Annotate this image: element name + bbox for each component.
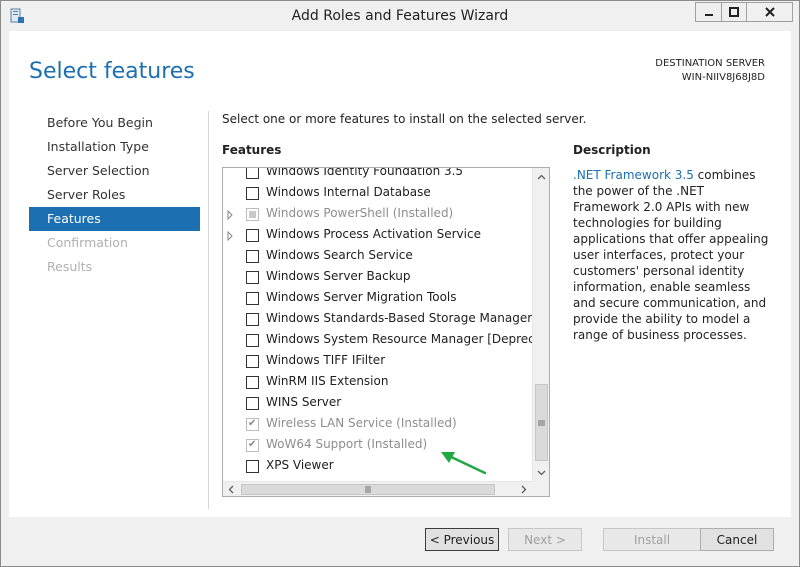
wizard-nav: Before You Begin Installation Type Serve… (29, 111, 200, 279)
feature-checkbox[interactable] (246, 460, 259, 473)
feature-label: Windows System Resource Manager [Depreca… (266, 332, 532, 346)
grip-icon (538, 420, 545, 425)
feature-row[interactable]: Windows Process Activation Service (223, 225, 532, 246)
horizontal-scroll-thumb[interactable] (241, 484, 495, 495)
feature-label: Windows Server Migration Tools (266, 290, 457, 304)
scroll-right-button[interactable] (516, 482, 532, 496)
maximize-icon (729, 7, 739, 17)
nav-divider (208, 111, 209, 509)
horizontal-scrollbar[interactable] (223, 481, 532, 496)
feature-checkbox[interactable] (246, 397, 259, 410)
feature-row[interactable]: Windows Standards-Based Storage Manageme… (223, 309, 532, 330)
feature-label: Windows Server Backup (266, 269, 411, 283)
description-link[interactable]: .NET Framework 3.5 (573, 168, 694, 182)
destination-server: DESTINATION SERVER WIN-NIIV8J68J8D (655, 57, 765, 85)
feature-checkbox[interactable] (246, 229, 259, 242)
feature-label: Windows Internal Database (266, 185, 431, 199)
expand-arrow-icon[interactable] (226, 209, 234, 221)
minimize-button[interactable] (695, 2, 721, 22)
annotation-arrow-icon (441, 452, 487, 475)
wizard-content: Select features DESTINATION SERVER WIN-N… (9, 31, 791, 517)
feature-label: Windows Process Activation Service (266, 227, 481, 241)
feature-checkbox[interactable] (246, 355, 259, 368)
feature-checkbox[interactable] (246, 187, 259, 200)
previous-button[interactable]: < Previous (425, 528, 499, 551)
checkmark-icon: ✔ (248, 418, 257, 429)
feature-label: Windows Standards-Based Storage Manageme… (266, 311, 532, 325)
feature-label: Wireless LAN Service (Installed) (266, 416, 457, 430)
feature-checkbox[interactable] (246, 208, 259, 221)
feature-row[interactable]: Windows Server Migration Tools (223, 288, 532, 309)
nav-item-server-selection[interactable]: Server Selection (29, 159, 200, 183)
feature-checkbox[interactable] (246, 250, 259, 263)
chevron-down-icon (537, 470, 546, 475)
title-bar: Add Roles and Features Wizard (1, 1, 799, 31)
description-heading: Description (573, 143, 651, 157)
checkmark-icon: ✔ (248, 439, 257, 450)
feature-checkbox[interactable] (246, 376, 259, 389)
feature-row[interactable]: Windows PowerShell (Installed) (223, 204, 532, 225)
feature-checkbox[interactable] (246, 292, 259, 305)
install-button[interactable]: Install (603, 528, 701, 551)
feature-checkbox[interactable] (246, 168, 259, 179)
feature-row[interactable]: Windows TIFF IFilter (223, 351, 532, 372)
feature-row[interactable]: Windows Identity Foundation 3.5 (223, 168, 532, 183)
page-title: Select features (29, 59, 195, 84)
feature-checkbox[interactable]: ✔ (246, 439, 259, 452)
description-text: .NET Framework 3.5 combines the power of… (573, 167, 773, 343)
close-button[interactable] (747, 2, 793, 22)
nav-item-server-roles[interactable]: Server Roles (29, 183, 200, 207)
grip-icon (365, 486, 371, 493)
feature-row[interactable]: Windows System Resource Manager [Depreca… (223, 330, 532, 351)
window-title: Add Roles and Features Wizard (291, 8, 509, 24)
scrollbar-corner (532, 481, 549, 496)
destination-server-name: WIN-NIIV8J68J8D (681, 72, 765, 83)
nav-item-installation-type[interactable]: Installation Type (29, 135, 200, 159)
vertical-scrollbar[interactable] (532, 168, 549, 481)
features-heading: Features (222, 143, 282, 157)
scroll-up-button[interactable] (533, 168, 549, 185)
chevron-left-icon (228, 485, 234, 494)
feature-checkbox[interactable] (246, 334, 259, 347)
feature-row[interactable]: ✔ Wireless LAN Service (Installed) (223, 414, 532, 435)
description-body: combines the power of the .NET Framework… (573, 168, 769, 342)
scroll-left-button[interactable] (223, 482, 239, 496)
features-tree[interactable]: Windows Identity Foundation 3.5 Windows I… (222, 167, 550, 497)
nav-item-features[interactable]: Features (29, 207, 200, 231)
nav-item-before-you-begin[interactable]: Before You Begin (29, 111, 200, 135)
feature-row[interactable]: Windows Internal Database (223, 183, 532, 204)
feature-label: WinRM IIS Extension (266, 374, 389, 388)
minimize-icon (704, 14, 713, 16)
feature-row[interactable]: WinRM IIS Extension (223, 372, 532, 393)
cancel-button[interactable]: Cancel (700, 528, 774, 551)
vertical-scroll-thumb[interactable] (535, 384, 548, 461)
feature-checkbox[interactable] (246, 313, 259, 326)
features-list: Windows Identity Foundation 3.5 Windows I… (223, 168, 532, 481)
feature-checkbox[interactable] (246, 271, 259, 284)
feature-label: Windows PowerShell (Installed) (266, 206, 454, 220)
wizard-window: Add Roles and Features Wizard Select fea… (0, 0, 800, 567)
chevron-up-icon (537, 174, 546, 179)
feature-row[interactable]: WINS Server (223, 393, 532, 414)
instructions-text: Select one or more features to install o… (222, 112, 587, 126)
feature-label: WINS Server (266, 395, 342, 409)
maximize-button[interactable] (721, 2, 747, 22)
feature-label: Windows Identity Foundation 3.5 (266, 168, 464, 178)
feature-row[interactable]: Windows Search Service (223, 246, 532, 267)
next-button[interactable]: Next > (508, 528, 582, 551)
nav-item-results: Results (47, 259, 93, 274)
feature-row[interactable]: Windows Server Backup (223, 267, 532, 288)
chevron-right-icon (521, 485, 527, 494)
feature-checkbox[interactable]: ✔ (246, 418, 259, 431)
feature-label: Windows Search Service (266, 248, 413, 262)
close-icon (764, 7, 775, 17)
feature-label: WoW64 Support (Installed) (266, 437, 428, 451)
feature-label: Windows TIFF IFilter (266, 353, 386, 367)
feature-label: XPS Viewer (266, 458, 334, 472)
destination-label: DESTINATION SERVER (655, 58, 765, 69)
scroll-down-button[interactable] (533, 464, 549, 481)
expand-arrow-icon[interactable] (226, 230, 234, 242)
nav-item-confirmation: Confirmation (47, 235, 128, 250)
